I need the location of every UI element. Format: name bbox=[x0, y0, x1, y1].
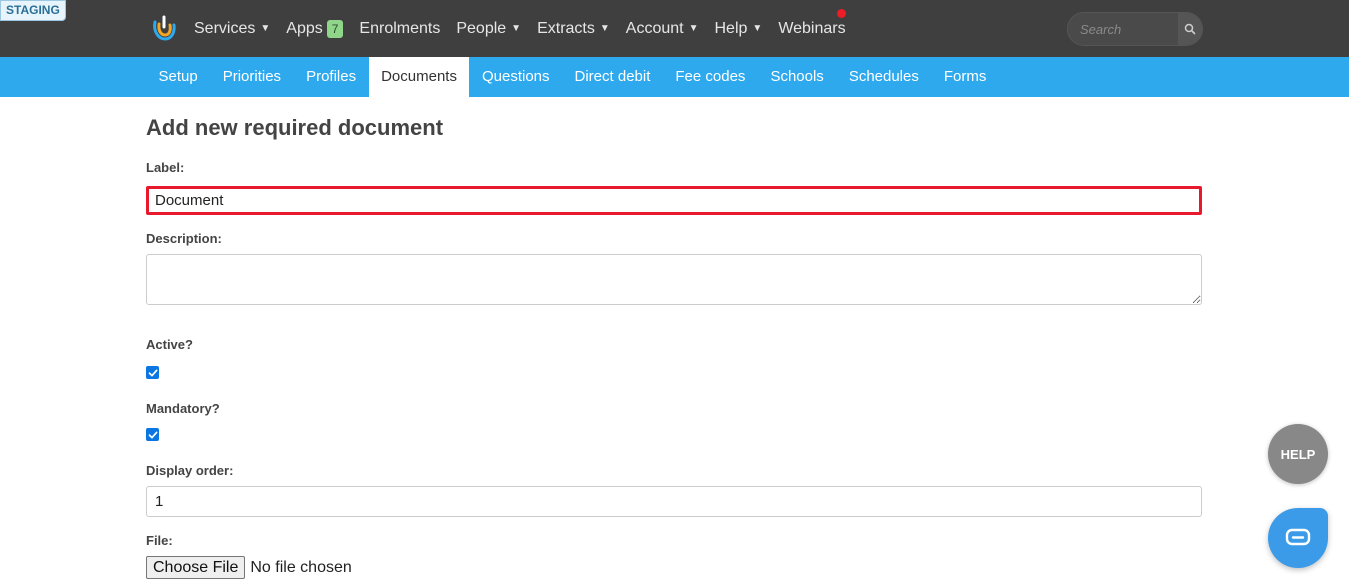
caret-down-icon: ▼ bbox=[752, 23, 763, 34]
nav-account[interactable]: Account ▼ bbox=[618, 20, 707, 38]
tab-schools[interactable]: Schools bbox=[758, 57, 836, 97]
help-button[interactable]: HELP bbox=[1268, 424, 1328, 484]
chat-button[interactable] bbox=[1268, 508, 1328, 568]
search-icon bbox=[1184, 23, 1196, 35]
description-field-label: Description: bbox=[146, 231, 222, 246]
label-field-label: Label: bbox=[146, 160, 185, 175]
tab-questions[interactable]: Questions bbox=[469, 57, 562, 97]
notification-dot bbox=[837, 9, 846, 18]
caret-down-icon: ▼ bbox=[511, 23, 522, 34]
page-title: Add new required document bbox=[146, 115, 444, 140]
chat-bubble-icon bbox=[1285, 528, 1311, 546]
search-box bbox=[1067, 12, 1203, 46]
file-field-label: File: bbox=[146, 533, 173, 548]
caret-down-icon: ▼ bbox=[688, 23, 699, 34]
display-order-input[interactable] bbox=[146, 486, 1202, 517]
tab-priorities[interactable]: Priorities bbox=[210, 57, 293, 97]
nav-people[interactable]: People ▼ bbox=[448, 20, 529, 38]
mandatory-field-label: Mandatory? bbox=[146, 401, 220, 416]
nav-webinars[interactable]: Webinars bbox=[770, 20, 853, 38]
mandatory-checkbox[interactable] bbox=[146, 428, 159, 441]
tab-schedules[interactable]: Schedules bbox=[836, 57, 931, 97]
tab-forms[interactable]: Forms bbox=[931, 57, 999, 97]
active-checkbox[interactable] bbox=[146, 366, 159, 379]
main-nav: Services ▼ Apps 7 Enrolments People ▼ Extra… bbox=[186, 0, 854, 57]
caret-down-icon: ▼ bbox=[599, 23, 610, 34]
file-upload-row: Choose File No file chosen bbox=[146, 556, 352, 579]
display-order-field-label: Display order: bbox=[146, 463, 234, 478]
tab-profiles[interactable]: Profiles bbox=[294, 57, 369, 97]
search-input[interactable] bbox=[1078, 20, 1178, 38]
app-logo-icon[interactable] bbox=[150, 14, 178, 42]
search-button[interactable] bbox=[1178, 13, 1202, 45]
caret-down-icon: ▼ bbox=[260, 23, 271, 34]
tab-direct-debit[interactable]: Direct debit bbox=[562, 57, 663, 97]
tab-fee-codes[interactable]: Fee codes bbox=[663, 57, 758, 97]
tab-setup[interactable]: Setup bbox=[146, 57, 210, 97]
checkmark-icon bbox=[148, 431, 157, 438]
nav-apps[interactable]: Apps 7 bbox=[278, 19, 351, 38]
nav-help[interactable]: Help ▼ bbox=[707, 20, 771, 38]
settings-subnav: Setup Priorities Profiles Documents Ques… bbox=[0, 57, 1349, 97]
apps-count-badge: 7 bbox=[326, 19, 344, 38]
nav-extracts[interactable]: Extracts ▼ bbox=[529, 20, 618, 38]
staging-badge: STAGING bbox=[0, 0, 66, 21]
active-field-label: Active? bbox=[146, 337, 193, 352]
label-input[interactable] bbox=[146, 186, 1202, 215]
choose-file-button[interactable]: Choose File bbox=[146, 556, 246, 579]
file-status-text: No file chosen bbox=[250, 558, 352, 576]
tab-documents[interactable]: Documents bbox=[368, 57, 470, 97]
nav-services[interactable]: Services ▼ bbox=[186, 20, 278, 38]
description-textarea[interactable] bbox=[146, 254, 1202, 305]
top-navbar: Services ▼ Apps 7 Enrolments People ▼ Extra… bbox=[0, 0, 1349, 57]
checkmark-icon bbox=[148, 369, 157, 376]
nav-enrolments[interactable]: Enrolments bbox=[351, 20, 448, 38]
